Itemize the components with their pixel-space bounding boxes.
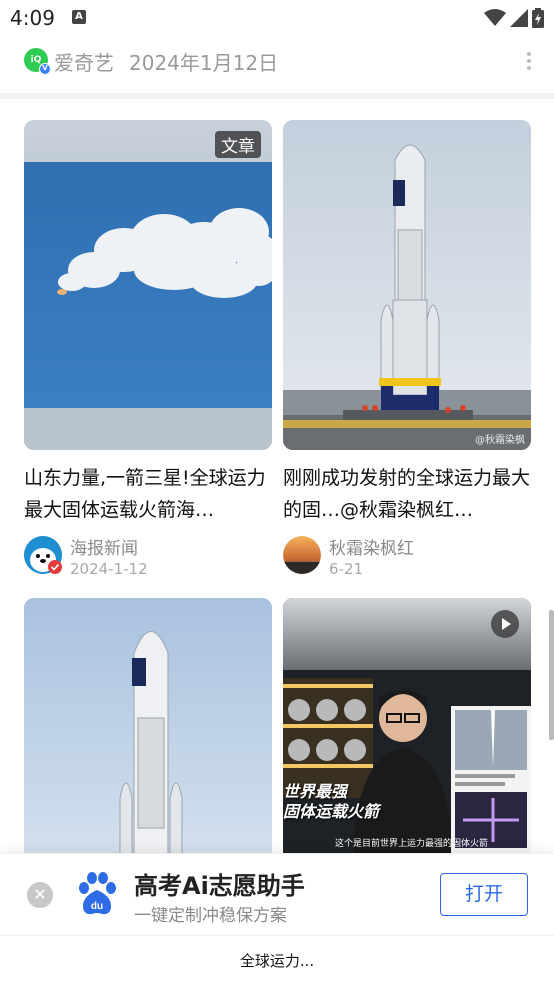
video-caption: 这个是目前世界上运力最强的固体火箭 xyxy=(335,839,489,849)
card-date: 6-21 xyxy=(329,560,364,578)
feed-card[interactable] xyxy=(24,598,272,858)
sunset-avatar-icon xyxy=(283,536,321,574)
feed-card[interactable]: 世界最强 固体运载火箭 这个是目前世界上运力最强的固体火箭 xyxy=(283,598,531,858)
card-title[interactable]: 山东力量,一箭三星!全球运力最大固体运载火箭海… xyxy=(24,462,274,526)
baidu-paw-icon: du xyxy=(79,872,116,915)
feed-card[interactable]: @秋霜染枫 刚刚成功发射的全球运力最大的固…@秋霜染枫红… 秋霜染枫红 6-21 xyxy=(283,120,531,580)
card-thumbnail[interactable]: 文章 xyxy=(24,120,272,450)
avatar[interactable] xyxy=(283,536,321,574)
wifi-icon xyxy=(484,9,506,26)
rocket-smoke-image xyxy=(24,120,272,450)
article-badge: 文章 xyxy=(215,131,261,158)
battery-icon xyxy=(532,8,544,28)
rocket-launchpad-image xyxy=(283,120,531,450)
bottom-label[interactable]: 全球运力... xyxy=(0,950,554,971)
overlay-line-1: 世界最强 xyxy=(283,782,348,801)
accessibility-icon: A xyxy=(72,10,86,24)
banner-title: 高考Ai志愿助手 xyxy=(134,872,305,900)
feed-card[interactable]: 文章 山东力量,一箭三星!全球运力最大固体运载火箭海… 海报新闻 2024-1-… xyxy=(24,120,272,580)
bottom-bar[interactable]: 全球运力... xyxy=(0,935,554,985)
more-options-icon[interactable] xyxy=(526,52,532,70)
app-promo-banner[interactable]: ✕ du 高考Ai志愿助手 一键定制冲稳保方案 打开 xyxy=(0,853,554,935)
card-thumbnail[interactable]: @秋霜染枫 xyxy=(283,120,531,450)
play-icon[interactable] xyxy=(491,610,519,638)
open-button[interactable]: 打开 xyxy=(440,873,528,916)
card-thumbnail[interactable]: 世界最强 固体运载火箭 这个是目前世界上运力最强的固体火箭 xyxy=(283,598,531,858)
svg-text:du: du xyxy=(91,901,103,912)
overlay-line-2: 固体运载火箭 xyxy=(283,802,380,821)
video-overlay-text: 世界最强 固体运载火箭 xyxy=(283,782,379,822)
scrollbar[interactable] xyxy=(549,610,554,740)
status-time: 4:09 xyxy=(10,6,55,30)
watermark: @秋霜染枫 xyxy=(475,435,525,446)
card-author[interactable]: 海报新闻 xyxy=(70,534,138,559)
iqiyi-logo-icon[interactable]: iQ V xyxy=(24,48,51,75)
card-date: 2024-1-12 xyxy=(70,560,148,578)
publish-date: 2024年1月12日 xyxy=(129,51,279,75)
status-bar: 4:09 A xyxy=(0,0,554,38)
verified-badge-icon xyxy=(48,560,62,574)
card-title[interactable]: 刚刚成功发射的全球运力最大的固…@秋霜染枫红… xyxy=(283,462,533,526)
card-thumbnail[interactable] xyxy=(24,598,272,858)
post-header: iQ V 爱奇艺 2024年1月12日 xyxy=(0,38,554,88)
close-icon[interactable]: ✕ xyxy=(27,882,53,908)
status-icons xyxy=(484,8,544,28)
rocket-closeup-image xyxy=(24,598,272,858)
banner-subtitle: 一键定制冲稳保方案 xyxy=(134,906,287,926)
source-name[interactable]: 爱奇艺 xyxy=(54,47,114,76)
card-author[interactable]: 秋霜染枫红 xyxy=(329,534,414,559)
signal-icon xyxy=(510,9,528,27)
section-divider xyxy=(0,93,554,99)
